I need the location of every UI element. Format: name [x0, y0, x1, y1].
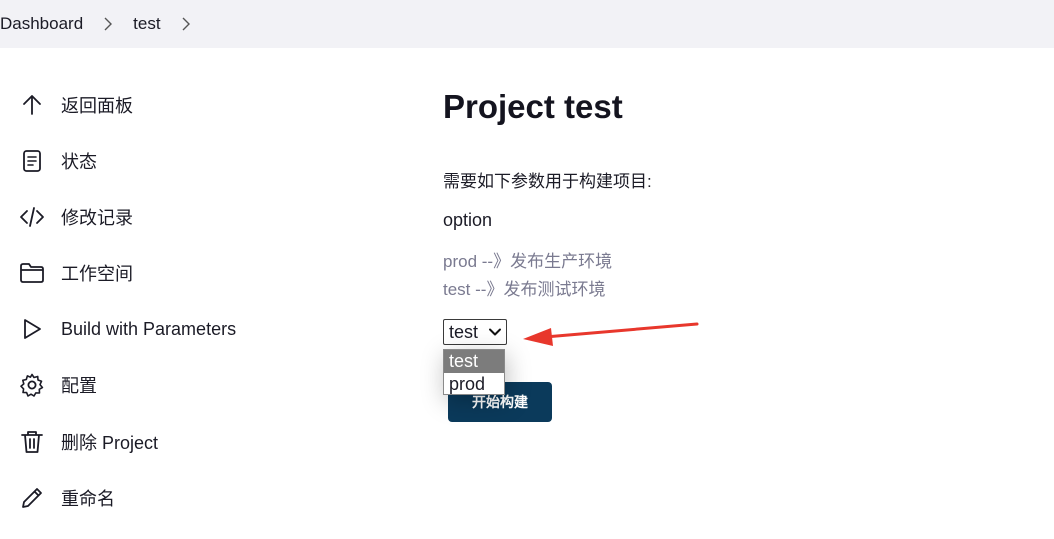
sidebar-item-label: 修改记录: [61, 208, 133, 228]
dropdown-option[interactable]: prod: [444, 373, 504, 396]
breadcrumb-test[interactable]: test: [133, 14, 160, 34]
parameters-description: 需要如下参数用于构建项目:: [443, 172, 652, 191]
dropdown-option[interactable]: test: [444, 350, 504, 373]
document-icon: [18, 147, 46, 175]
sidebar-item-label: 删除 Project: [61, 433, 159, 453]
parameter-name: option: [443, 210, 493, 230]
sidebar-item-label: 配置: [61, 376, 97, 396]
sidebar-item-rename[interactable]: 重命名: [18, 483, 338, 513]
option-dropdown-list: test prod: [443, 349, 505, 395]
annotation-arrow-icon: [523, 322, 699, 346]
sidebar-item-label: 返回面板: [61, 96, 133, 116]
sidebar-item-label: 重命名: [61, 489, 115, 509]
gear-icon: [18, 371, 46, 399]
parameter-help-line: prod --》发布生产环境: [443, 252, 613, 271]
parameter-help: prod --》发布生产环境 test --》发布测试环境: [443, 248, 612, 304]
arrow-up-icon: [18, 91, 46, 119]
chevron-right-icon[interactable]: [181, 17, 191, 31]
trash-icon: [18, 428, 46, 456]
parameter-help-line: test --》发布测试环境: [443, 280, 606, 299]
pencil-icon: [18, 484, 46, 512]
page-title: Project test: [443, 88, 623, 125]
play-icon: [18, 315, 46, 343]
folder-icon: [18, 259, 46, 287]
sidebar-item-delete-project[interactable]: 删除 Project: [18, 427, 338, 457]
chevron-right-icon: [103, 17, 113, 31]
sidebar-item-build-with-parameters[interactable]: Build with Parameters: [18, 314, 338, 344]
sidebar-item-label: 状态: [61, 152, 97, 172]
sidebar-item-back-to-dashboard[interactable]: 返回面板: [18, 90, 338, 120]
sidebar-item-configure[interactable]: 配置: [18, 370, 338, 400]
option-select-value: test: [449, 321, 479, 342]
sidebar-item-status[interactable]: 状态: [18, 146, 338, 176]
sidebar-item-workspace[interactable]: 工作空间: [18, 258, 338, 288]
breadcrumb: Dashboard test: [0, 0, 1054, 48]
sidebar-item-label: 工作空间: [61, 264, 133, 284]
sidebar-item-changes[interactable]: 修改记录: [18, 202, 338, 232]
chevron-down-icon: [489, 328, 501, 336]
sidebar-item-label: Build with Parameters: [61, 318, 237, 339]
breadcrumb-dashboard[interactable]: Dashboard: [0, 14, 83, 34]
code-icon: [18, 203, 46, 231]
option-select[interactable]: test: [443, 319, 507, 345]
